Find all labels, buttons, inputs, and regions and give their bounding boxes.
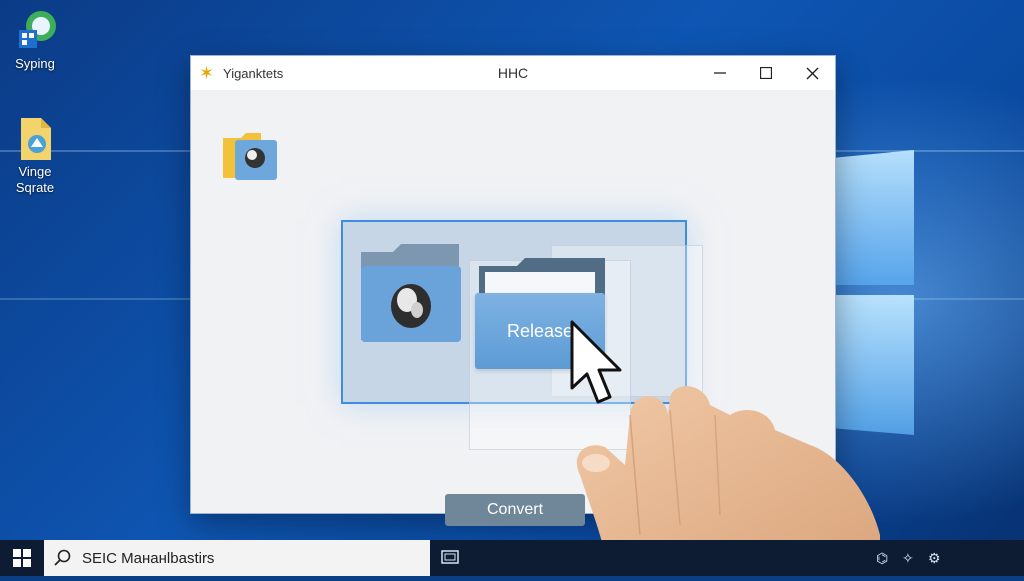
task-view-button[interactable] — [440, 548, 464, 568]
app-name: Yiganktets — [223, 66, 284, 81]
folder-icon[interactable] — [221, 130, 279, 182]
close-icon — [806, 67, 818, 79]
minimize-icon — [714, 72, 726, 74]
volume-icon[interactable]: ✧ — [902, 550, 922, 566]
document-icon — [15, 116, 55, 160]
title-bar[interactable]: ✶ Yiganktets HHC — [191, 56, 835, 90]
image-app-icon — [15, 8, 56, 52]
maximize-button[interactable] — [743, 56, 789, 90]
minimize-button[interactable] — [697, 56, 743, 90]
media-folder-icon[interactable] — [359, 244, 463, 347]
sparkle-app-icon: ✶ — [199, 63, 215, 83]
network-icon[interactable]: ⌬ — [876, 550, 896, 566]
taskbar-search-box[interactable]: SEIC Mананlbastirs — [44, 540, 430, 576]
desktop-icon-label: Vinge Sqrate — [15, 164, 55, 195]
start-button[interactable] — [0, 540, 44, 576]
settings-icon[interactable]: ⚙ — [928, 550, 948, 566]
convert-button[interactable]: Convert — [445, 494, 585, 526]
search-text: SEIC Mананlbastirs — [82, 549, 215, 567]
desktop-icon-syping[interactable]: Syping — [0, 8, 70, 72]
taskbar: SEIC Mананlbastirs ⌬ ✧ ⚙ — [0, 540, 1024, 576]
search-icon — [44, 549, 82, 567]
desktop-icon-vinge-sqrate[interactable]: Vinge Sqrate — [0, 116, 70, 196]
task-view-icon — [441, 550, 459, 564]
close-button[interactable] — [789, 56, 835, 90]
desktop-icon-label: Syping — [15, 56, 55, 71]
maximize-icon — [760, 67, 772, 79]
windows-start-icon — [13, 549, 31, 567]
